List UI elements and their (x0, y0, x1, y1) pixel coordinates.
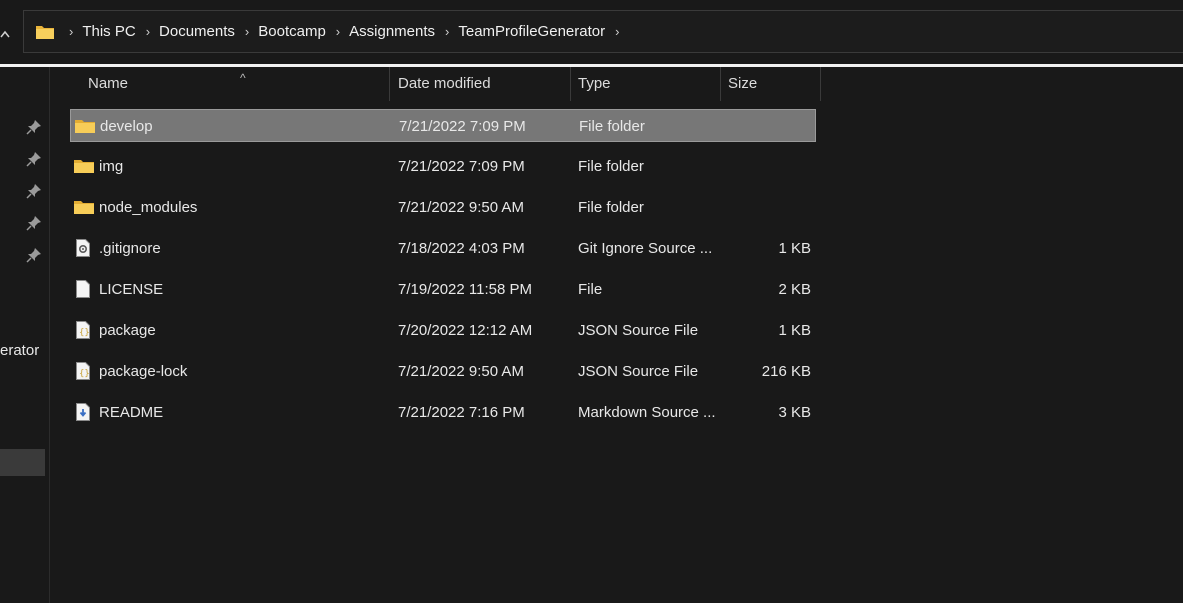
folder-icon (74, 150, 94, 183)
column-header-date-label: Date modified (398, 75, 491, 92)
breadcrumb-item[interactable]: Assignments (349, 23, 435, 40)
navigation-pane: erator (0, 67, 50, 603)
file-size: 3 KB (778, 404, 811, 421)
file-size: 2 KB (778, 281, 811, 298)
file-name: develop (100, 118, 153, 135)
file-date-modified: 7/21/2022 9:50 AM (398, 363, 524, 380)
file-name: README (99, 404, 164, 421)
file-list-pane: Name ^ Date modified Type Size develop 7/… (50, 67, 1183, 603)
blank-file-icon (74, 273, 94, 306)
column-header-size-label: Size (728, 75, 758, 92)
svg-text:{}: {} (79, 369, 90, 379)
chevron-right-icon[interactable]: › (615, 24, 619, 39)
folder-icon (75, 110, 95, 143)
file-row[interactable]: node_modules 7/21/2022 9:50 AM File folder (70, 191, 816, 224)
toolbar: › This PC › Documents › Bootcamp › Assignments ›… (0, 0, 1183, 64)
svg-text:{}: {} (79, 328, 90, 338)
file-name: .gitignore (99, 240, 161, 257)
breadcrumb: › This PC › Documents › Bootcamp › Assignments ›… (59, 23, 628, 40)
pin-icon[interactable] (26, 183, 42, 199)
breadcrumb-item[interactable]: Bootcamp (258, 23, 326, 40)
file-date-modified: 7/20/2022 12:12 AM (398, 322, 533, 339)
file-name: img (99, 158, 124, 175)
gitignore-file-icon (74, 232, 94, 265)
file-row[interactable]: {} package 7/20/2022 12:12 AM JSON Source F… (70, 314, 816, 347)
chevron-right-icon[interactable]: › (336, 24, 340, 39)
column-header-type[interactable]: Type (570, 67, 721, 101)
file-name: node_modules (99, 199, 198, 216)
nav-item-label[interactable]: erator (0, 342, 39, 359)
file-row[interactable]: LICENSE 7/19/2022 11:58 PM File 2 KB (70, 273, 816, 306)
chevron-right-icon[interactable]: › (146, 24, 150, 39)
file-row[interactable]: img 7/21/2022 7:09 PM File folder (70, 150, 816, 183)
chevron-right-icon[interactable]: › (445, 24, 449, 39)
file-row[interactable]: .gitignore 7/18/2022 4:03 PM Git Ignore So… (70, 232, 816, 265)
file-type: JSON Source File (578, 322, 699, 339)
sort-ascending-icon: ^ (240, 71, 246, 85)
folder-icon (74, 191, 94, 224)
file-type: File folder (579, 118, 645, 135)
up-arrow-icon[interactable] (0, 22, 10, 42)
folder-icon (35, 24, 55, 40)
chevron-right-icon[interactable]: › (69, 24, 73, 39)
file-row[interactable]: develop 7/21/2022 7:09 PM File folder (70, 109, 816, 142)
file-row[interactable]: README 7/21/2022 7:16 PM Markdown Source .… (70, 396, 816, 429)
pin-icon[interactable] (26, 151, 42, 167)
column-headers: Name ^ Date modified Type Size (70, 67, 822, 101)
address-bar[interactable]: › This PC › Documents › Bootcamp › Assignments ›… (23, 10, 1183, 53)
chevron-right-icon[interactable]: › (245, 24, 249, 39)
file-date-modified: 7/21/2022 7:16 PM (398, 404, 525, 421)
breadcrumb-item[interactable]: TeamProfileGenerator (458, 23, 605, 40)
column-header-date[interactable]: Date modified (390, 67, 571, 101)
column-header-type-label: Type (578, 75, 611, 92)
file-date-modified: 7/18/2022 4:03 PM (398, 240, 525, 257)
file-type: File (578, 281, 603, 298)
file-date-modified: 7/19/2022 11:58 PM (398, 281, 532, 298)
markdown-file-icon (74, 396, 94, 429)
file-type: Git Ignore Source ... (578, 240, 713, 257)
column-header-name-label: Name (88, 75, 129, 92)
file-explorer-window: › This PC › Documents › Bootcamp › Assignments ›… (0, 0, 1183, 603)
breadcrumb-item[interactable]: Documents (159, 23, 235, 40)
pin-icon[interactable] (26, 215, 42, 231)
file-type: JSON Source File (578, 363, 699, 380)
file-size: 1 KB (778, 240, 811, 257)
nav-item-selected[interactable] (0, 449, 45, 476)
json-file-icon: {} (74, 355, 94, 388)
file-name: LICENSE (99, 281, 164, 298)
file-size: 216 KB (761, 363, 811, 380)
file-size: 1 KB (778, 322, 811, 339)
file-date-modified: 7/21/2022 7:09 PM (398, 158, 525, 175)
json-file-icon: {} (74, 314, 94, 347)
file-row[interactable]: {} package-lock 7/21/2022 9:50 AM JSON Sour… (70, 355, 816, 388)
file-date-modified: 7/21/2022 7:09 PM (399, 118, 526, 135)
pin-icon[interactable] (26, 119, 42, 135)
breadcrumb-item[interactable]: This PC (82, 23, 135, 40)
pin-icon[interactable] (26, 247, 42, 263)
file-name: package (99, 322, 156, 339)
file-name: package-lock (99, 363, 188, 380)
file-type: Markdown Source ... (578, 404, 716, 421)
column-header-size[interactable]: Size (720, 67, 821, 101)
column-header-name[interactable]: Name ^ (80, 67, 390, 101)
file-type: File folder (578, 199, 644, 216)
file-type: File folder (578, 158, 644, 175)
file-date-modified: 7/21/2022 9:50 AM (398, 199, 524, 216)
